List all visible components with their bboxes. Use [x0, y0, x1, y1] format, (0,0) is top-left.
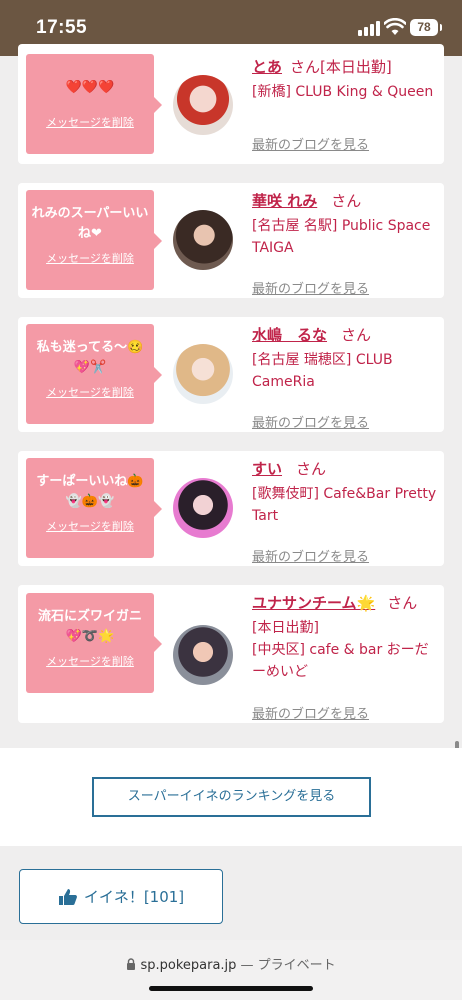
message-bubble: すーぱーいいね🎃👻🎃👻 メッセージを削除: [26, 458, 162, 558]
honorific: さん: [341, 326, 372, 344]
message-text: すーぱーいいね🎃👻🎃👻: [36, 474, 144, 509]
honorific: さん: [296, 460, 327, 478]
venue-label: [名古屋 瑞穂区] CLUB CameRia: [252, 352, 393, 390]
privacy-label: — プライベート: [240, 958, 336, 973]
thumbs-up-icon: [58, 888, 77, 905]
avatar[interactable]: [173, 210, 233, 270]
cellular-signal-icon: [358, 20, 380, 36]
honorific: さん: [290, 58, 321, 76]
home-indicator[interactable]: [149, 986, 313, 991]
status-time: 17:55: [36, 17, 88, 38]
message-card: すーぱーいいね🎃👻🎃👻 メッセージを削除 すい さん [歌舞伎町] Cafe&Ba…: [18, 451, 444, 566]
cast-info: ユナサンチーム🌟 さん [本日出勤] [中央区] cafe & bar おーだーめ…: [252, 592, 440, 722]
message-bubble: 流石にズワイガニ💖➰🌟 メッセージを削除: [26, 593, 162, 693]
cast-info: すい さん [歌舞伎町] Cafe&Bar Pretty Tart 最新のブログを…: [252, 458, 440, 565]
cast-info: とあ さん[本日出勤] [新橋] CLUB King & Queen 最新のブログ…: [252, 56, 440, 153]
blog-link[interactable]: 最新のブログを見る: [252, 278, 369, 297]
message-text: 流石にズワイガニ💖➰🌟: [37, 609, 142, 644]
like-button[interactable]: イイネ！[101]: [19, 869, 223, 924]
delete-message-link[interactable]: メッセージを削除: [26, 653, 154, 669]
cast-name-link[interactable]: すい: [252, 460, 282, 478]
browser-url-bar[interactable]: sp.pokepara.jp — プライベート: [0, 940, 462, 1000]
blog-link[interactable]: 最新のブログを見る: [252, 703, 369, 722]
message-text: 私も迷ってる〜🥴💖✂️: [36, 340, 144, 375]
like-button-label: イイネ！[101]: [83, 888, 185, 906]
delete-message-link[interactable]: メッセージを削除: [26, 518, 154, 534]
avatar[interactable]: [173, 75, 233, 135]
lock-icon: [127, 958, 136, 970]
cast-name-link[interactable]: とあ: [252, 58, 282, 76]
message-card: ❤️❤️❤️ メッセージを削除 とあ さん[本日出勤] [新橋] CLUB Kin…: [18, 44, 444, 164]
venue-label: [名古屋 名駅] Public Space TAIGA: [252, 218, 431, 256]
cast-name-link[interactable]: ユナサンチーム🌟: [252, 594, 375, 612]
blog-link[interactable]: 最新のブログを見る: [252, 134, 369, 153]
message-bubble: 私も迷ってる〜🥴💖✂️ メッセージを削除: [26, 324, 162, 424]
delete-message-link[interactable]: メッセージを削除: [26, 384, 154, 400]
venue-label: [歌舞伎町] Cafe&Bar Pretty Tart: [252, 486, 437, 524]
honorific: さん: [331, 192, 362, 210]
message-text: ❤️❤️❤️: [65, 80, 115, 95]
attendance-badge: [本日出勤]: [320, 58, 392, 76]
avatar[interactable]: [173, 478, 233, 538]
message-card: 私も迷ってる〜🥴💖✂️ メッセージを削除 水嶋 るな さん [名古屋 瑞穂区] C…: [18, 317, 444, 432]
url-domain: sp.pokepara.jp: [140, 958, 237, 973]
venue-label: [新橋] CLUB King & Queen: [252, 84, 434, 100]
wifi-icon: [384, 18, 406, 35]
delete-message-link[interactable]: メッセージを削除: [26, 250, 154, 266]
avatar[interactable]: [173, 625, 233, 685]
delete-message-link[interactable]: メッセージを削除: [26, 114, 154, 130]
attendance-badge: [本日出勤]: [252, 620, 319, 636]
message-bubble: れみのスーパーいいね❤︎ メッセージを削除: [26, 190, 162, 290]
battery-icon: 78: [410, 19, 442, 36]
cast-info: 水嶋 るな さん [名古屋 瑞穂区] CLUB CameRia 最新のブログを見る: [252, 324, 440, 431]
avatar[interactable]: [173, 344, 233, 404]
venue-label: [中央区] cafe & bar おーだーめいど: [252, 642, 429, 680]
honorific: さん: [387, 594, 418, 612]
blog-link[interactable]: 最新のブログを見る: [252, 412, 369, 431]
ranking-button[interactable]: スーパーイイネのランキングを見る: [92, 777, 371, 817]
cast-name-link[interactable]: 華咲 れみ: [252, 192, 317, 210]
blog-link[interactable]: 最新のブログを見る: [252, 546, 369, 565]
ranking-section: スーパーイイネのランキングを見る: [0, 748, 462, 846]
cast-info: 華咲 れみ さん [名古屋 名駅] Public Space TAIGA 最新のブ…: [252, 190, 440, 297]
message-card: れみのスーパーいいね❤︎ メッセージを削除 華咲 れみ さん [名古屋 名駅] P…: [18, 183, 444, 298]
message-bubble: ❤️❤️❤️ メッセージを削除: [26, 54, 162, 154]
message-text: れみのスーパーいいね❤︎: [31, 206, 149, 241]
cast-name-link[interactable]: 水嶋 るな: [252, 326, 327, 344]
message-card: 流石にズワイガニ💖➰🌟 メッセージを削除 ユナサンチーム🌟 さん [本日出勤] […: [18, 585, 444, 723]
